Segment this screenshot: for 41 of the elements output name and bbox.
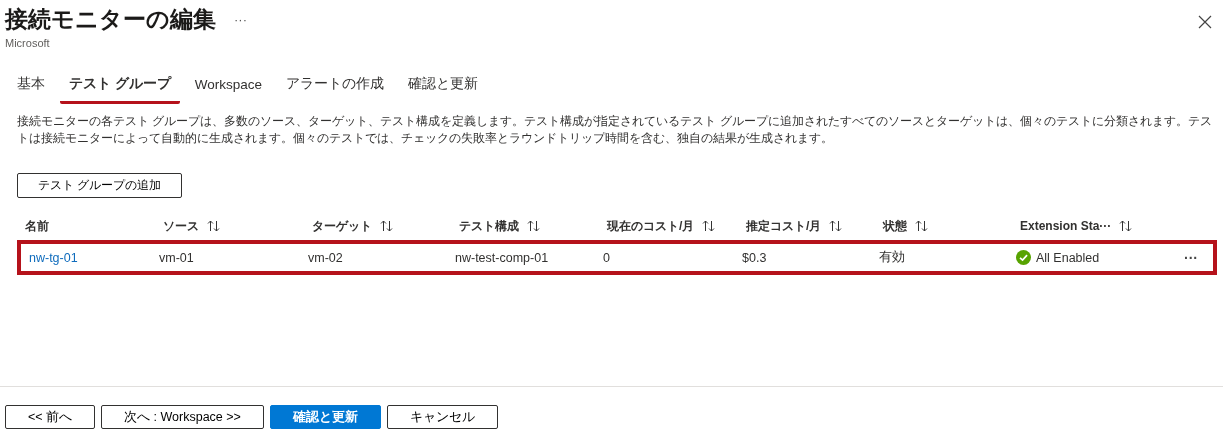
table-cell: nw-test-comp-01 [455,250,549,265]
footer-button[interactable]: 次へ : Workspace >> [101,405,264,429]
close-icon[interactable] [1198,15,1212,29]
sort-icon[interactable] [829,220,843,232]
sort-icon[interactable] [380,220,393,232]
tab[interactable]: テスト グループ [60,71,180,104]
success-check-icon [1016,250,1031,265]
add-test-group-button[interactable]: テスト グループの追加 [17,173,183,198]
publisher-label: Microsoft [5,37,51,49]
more-button[interactable]: ··· [230,12,251,27]
column-header[interactable]: 名前 [25,217,49,235]
column-header[interactable]: 現在のコスト/月 [607,217,695,235]
tab[interactable]: 確認と更新 [399,71,488,104]
sort-icon[interactable] [915,220,928,232]
column-header[interactable]: 推定コスト/月 [746,217,822,235]
table-cell: vm-02 [308,250,343,265]
row-more-button[interactable]: ··· [1178,248,1204,267]
sort-icon[interactable] [207,220,220,232]
description-text: 接続モニターの各テスト グループは、多数のソース、ターゲット、テスト構成を定義します。テスト構成が指定されているテスト グループに追加されたすべてのソースとターゲットは、個々のテストに分類されます。テストは接続モニターによって自動的に生成されます。個々のテストでは、チェックの失敗率とラウンドトリップ時間を含む、独自の結果が生成されます。 [17,113,1213,147]
sort-icon[interactable] [527,220,540,232]
table-cell: All Enabled [1036,250,1100,265]
column-header[interactable]: テスト構成 [459,217,519,235]
table-cell: 有効 [879,249,905,266]
tab[interactable]: Workspace [185,71,272,104]
table-row[interactable]: nw-tg-01 vm-01 vm-02 nw-test-comp-01 0 $0.3 有効 All Enabled ··· [17,240,1217,275]
table-cell: 0 [603,250,610,265]
page-title: 接続モニターの編集 [5,5,216,34]
footer-button[interactable]: キャンセル [386,405,498,429]
tab[interactable]: 基本 [8,71,54,104]
footer-button[interactable]: << 前へ [5,405,96,429]
test-group-link[interactable]: nw-tg-01 [29,250,78,265]
sort-icon[interactable] [1119,220,1133,232]
tab[interactable]: アラートの作成 [277,71,394,104]
sort-icon[interactable] [702,220,716,232]
column-header[interactable]: ソース [163,217,199,235]
column-header[interactable]: ターゲット [312,217,372,235]
footer-button[interactable]: 確認と更新 [269,405,381,429]
table-cell: $0.3 [742,250,767,265]
table-cell: vm-01 [159,250,194,265]
column-header[interactable]: Extension Sta··· [1020,219,1112,233]
column-header[interactable]: 状態 [883,217,907,235]
